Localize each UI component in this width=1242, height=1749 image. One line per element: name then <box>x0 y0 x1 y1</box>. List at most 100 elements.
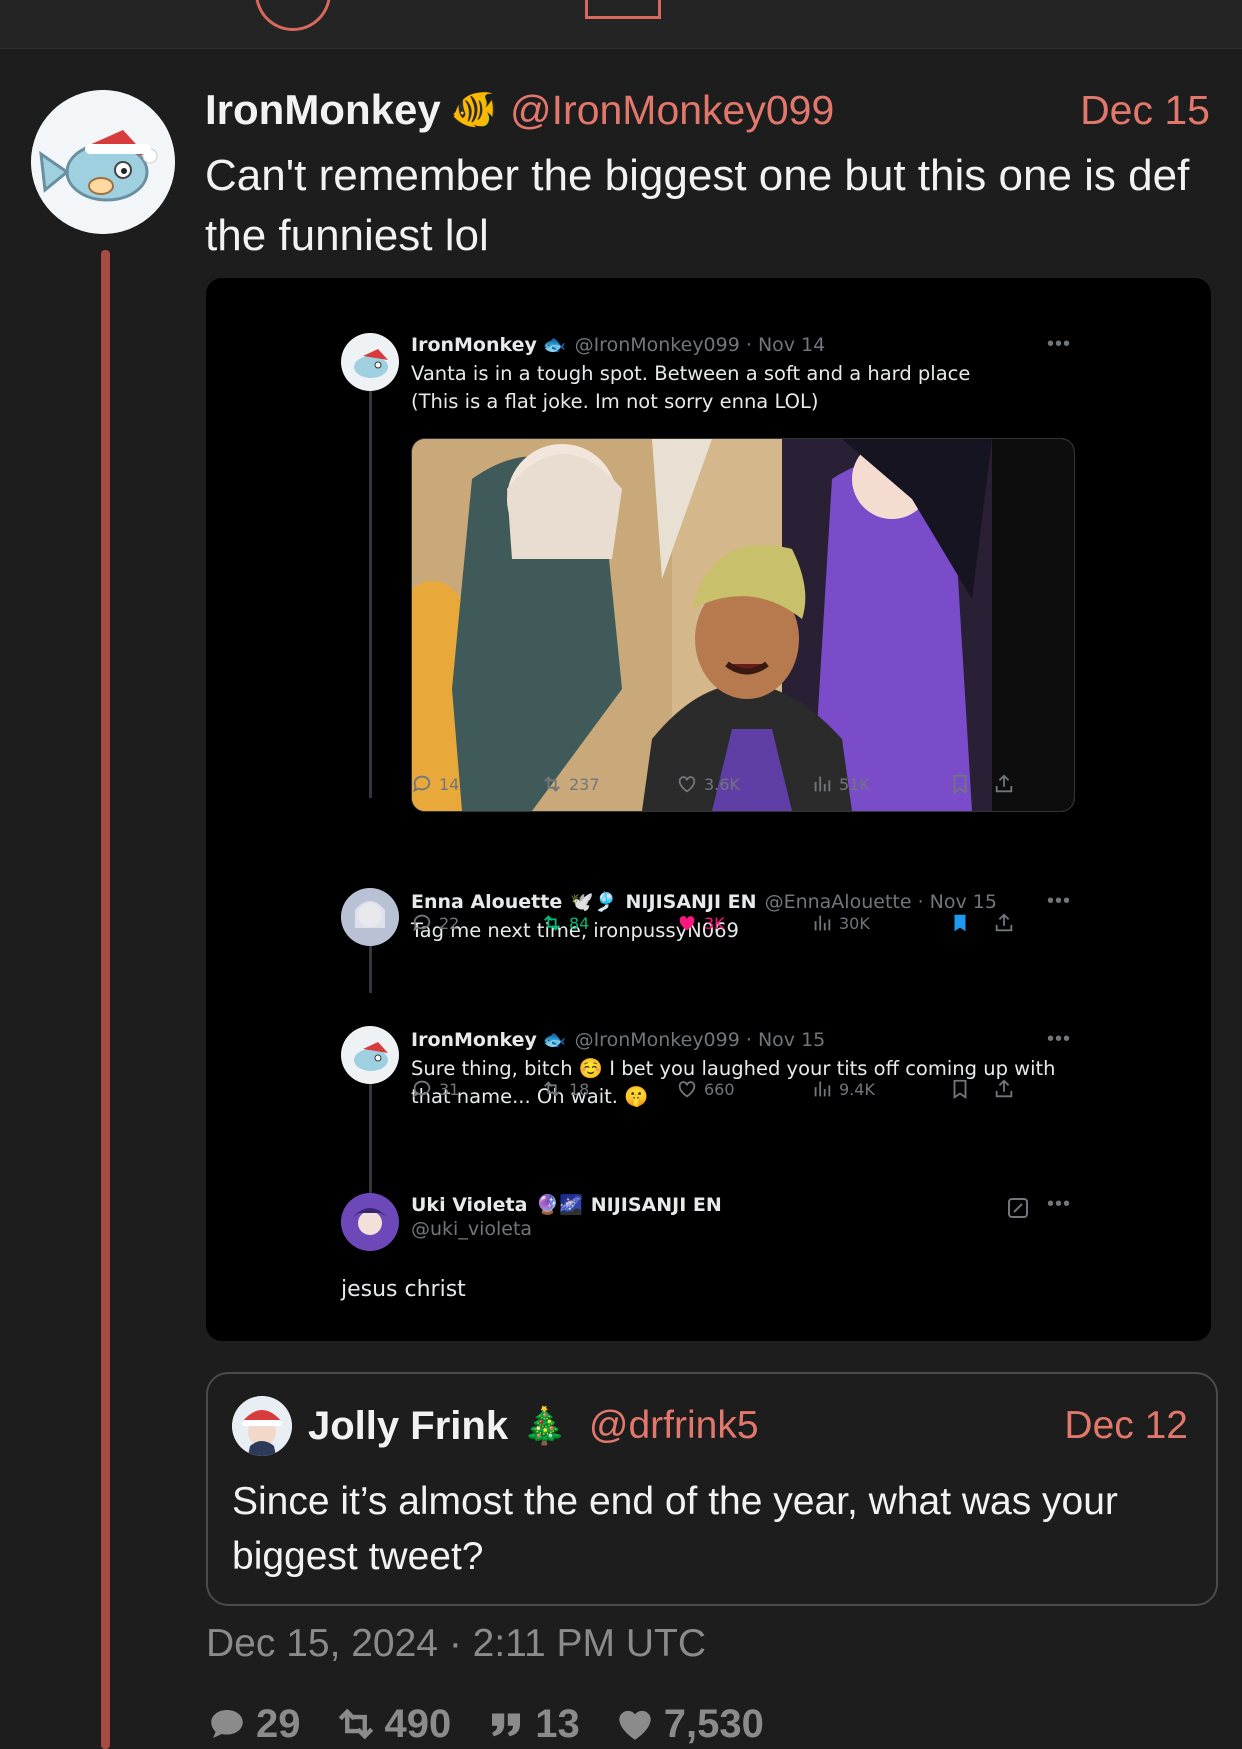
embed-like-count: 660 <box>704 1079 735 1099</box>
more-icon: ••• <box>1046 333 1071 355</box>
embed-tweet-4-body: jesus christ <box>341 1276 1081 1304</box>
embed-affiliation: NIJISANJI EN <box>625 890 757 913</box>
share-icon <box>993 773 1015 795</box>
quoted-post[interactable]: Jolly Frink 🎄 @drfrink5 Dec 12 Since it’… <box>206 1372 1218 1606</box>
christmas-tree-icon: 🎄 <box>522 1405 567 1446</box>
embed-like-action: 3K <box>676 912 725 934</box>
quote-icon <box>492 1713 521 1737</box>
embed-text: Sure thing, bitch <box>411 1057 573 1080</box>
attached-image[interactable]: IronMonkey 🐟 @IronMonkey099 · Nov 14 Vanta… <box>206 278 1211 1341</box>
post-header: IronMonkey 🐠 @IronMonkey099 Dec 15 <box>205 80 1210 140</box>
bookmark-icon <box>949 1078 971 1100</box>
author-name[interactable]: IronMonkey <box>205 86 441 134</box>
author-avatar[interactable] <box>31 90 175 234</box>
like-count: 7,530 <box>663 1701 764 1746</box>
quoted-handle[interactable]: @drfrink5 <box>589 1404 759 1448</box>
embed-views-action: 51K <box>811 773 870 795</box>
embed-tweet-1: IronMonkey 🐟 @IronMonkey099 · Nov 14 Vanta… <box>411 333 1151 416</box>
reply-stat[interactable]: 29 <box>206 1702 301 1747</box>
more-icon: ••• <box>1046 1028 1071 1050</box>
badge-icons: 🔮🌌 <box>535 1194 583 1216</box>
embed-avatar <box>341 1026 399 1084</box>
embed-reply-action: 31 <box>411 1078 459 1100</box>
embed-media-image <box>411 438 1075 812</box>
embed-meta: @IronMonkey099 · Nov 15 <box>574 1028 826 1051</box>
embed-handle: @uki_violeta <box>411 1218 533 1240</box>
embed-like-count: 3.6K <box>704 774 740 794</box>
quoted-text: Since it’s almost the end of the year, w… <box>232 1480 1118 1578</box>
share-icon <box>993 1078 1015 1100</box>
like-stat[interactable]: 7,530 <box>614 1702 764 1747</box>
embed-like-action: 3.6K <box>676 773 740 795</box>
embed-reply-action: 22 <box>411 912 459 934</box>
badge-icons: 🕊️🎐 <box>570 891 618 913</box>
embed-author-name: Enna Alouette <box>411 890 563 913</box>
repost-count: 490 <box>384 1701 452 1746</box>
repost-stat[interactable]: 490 <box>335 1701 452 1747</box>
more-icon: ••• <box>1046 1193 1071 1215</box>
quoted-date[interactable]: Dec 12 <box>1064 1404 1188 1448</box>
post-date[interactable]: Dec 15 <box>1080 87 1210 134</box>
repost-icon <box>338 1708 373 1740</box>
quoted-header: Jolly Frink 🎄 @drfrink5 Dec 12 <box>308 1396 1188 1456</box>
embed-avatar <box>341 888 399 946</box>
embed-actions: 22 84 3K 30K <box>411 912 1071 936</box>
top-bar-fragment <box>255 0 331 31</box>
embed-meta: @IronMonkey099 · Nov 14 <box>574 333 826 356</box>
embed-text: jesus christ <box>341 1277 466 1302</box>
embed-views-count: 30K <box>839 913 870 933</box>
embed-like-action: 660 <box>676 1078 735 1100</box>
embed-views-action: 30K <box>811 912 870 934</box>
embed-repost-action: 237 <box>541 773 600 795</box>
embed-tweet-4: Uki Violeta 🔮🌌 NIJISANJI EN @uki_violeta <box>411 1193 1151 1241</box>
embed-views-count: 9.4K <box>839 1079 875 1099</box>
fish-emoji-icon: 🐟 <box>542 334 567 356</box>
comment-icon <box>211 1710 243 1738</box>
embed-text: (This is a flat joke. Im not sorry enna … <box>411 390 819 413</box>
post-stats: 29 490 13 7,530 <box>206 1700 798 1748</box>
edit-icon <box>1006 1196 1030 1225</box>
quote-stat[interactable]: 13 <box>485 1702 580 1747</box>
thread-line <box>101 250 110 1749</box>
heart-icon <box>619 1710 651 1740</box>
embed-actions: 14 237 3.6K 51K <box>411 773 1071 797</box>
embed-views-count: 51K <box>839 774 870 794</box>
embed-text: Vanta is in a tough spot. Between a soft… <box>411 362 971 385</box>
smile-emoji-icon: ☺️ <box>578 1057 604 1080</box>
embed-reply-action: 14 <box>411 773 459 795</box>
top-bar-fragment <box>585 0 661 19</box>
bookmark-icon <box>949 773 971 795</box>
post-text: Can't remember the biggest one but this … <box>205 151 1190 260</box>
quoted-author-name[interactable]: Jolly Frink <box>308 1404 508 1449</box>
embed-repost-count: 84 <box>569 913 590 933</box>
quoted-avatar[interactable] <box>232 1396 292 1456</box>
embed-reply-count: 14 <box>439 774 460 794</box>
reply-count: 29 <box>256 1701 301 1746</box>
embed-like-count: 3K <box>704 913 725 933</box>
embed-actions: 31 18 660 9.4K <box>411 1078 1071 1102</box>
embed-meta: @EnnaAlouette · Nov 15 <box>764 890 997 913</box>
top-bar <box>0 0 1242 49</box>
embed-author-name: IronMonkey <box>411 333 537 356</box>
embed-affiliation: NIJISANJI EN <box>590 1193 722 1216</box>
embed-text: I bet you laughed your tits off coming u… <box>609 1057 1056 1080</box>
embed-reply-count: 22 <box>439 913 460 933</box>
anime-characters-image <box>412 439 1074 811</box>
embed-reply-count: 31 <box>439 1079 460 1099</box>
bookmark-filled-icon <box>949 912 971 934</box>
author-handle[interactable]: @IronMonkey099 <box>510 87 834 134</box>
post-timestamp[interactable]: Dec 15, 2024 · 2:11 PM UTC <box>206 1622 706 1666</box>
share-icon <box>993 912 1015 934</box>
more-icon: ••• <box>1046 890 1071 912</box>
embed-views-action: 9.4K <box>811 1078 875 1100</box>
embed-author-name: Uki Violeta <box>411 1193 528 1216</box>
embed-repost-count: 18 <box>569 1079 590 1099</box>
embed-avatar <box>341 333 399 391</box>
fish-avatar-icon <box>31 90 175 234</box>
fish-emoji-icon: 🐠 <box>450 89 499 131</box>
embed-avatar <box>341 1193 399 1251</box>
quote-count: 13 <box>535 1701 580 1746</box>
santa-avatar-icon <box>232 1396 292 1456</box>
fish-emoji-icon: 🐟 <box>542 1029 567 1051</box>
embed-repost-action: 84 <box>541 912 589 934</box>
